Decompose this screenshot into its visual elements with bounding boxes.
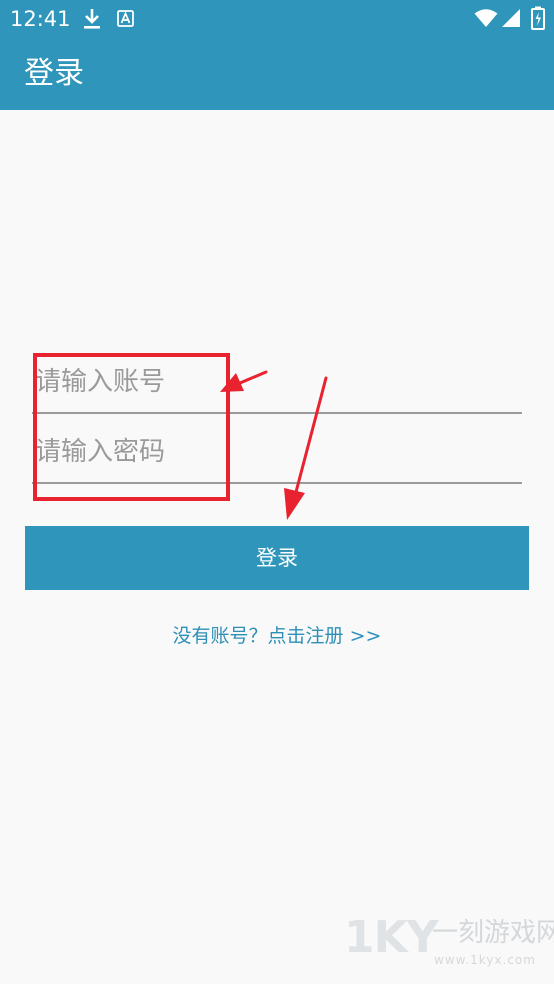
watermark: 1KY 一刻游戏网 www.1kyx.com — [340, 912, 554, 984]
watermark-url: www.1kyx.com — [434, 953, 536, 967]
annotation-arrows — [220, 370, 328, 520]
annotation-arrow-to-button — [284, 376, 328, 520]
annotation-arrow-to-fields — [220, 370, 268, 392]
watermark-logo: 1KY — [344, 912, 439, 963]
watermark-name: 一刻游戏网 — [432, 918, 554, 948]
